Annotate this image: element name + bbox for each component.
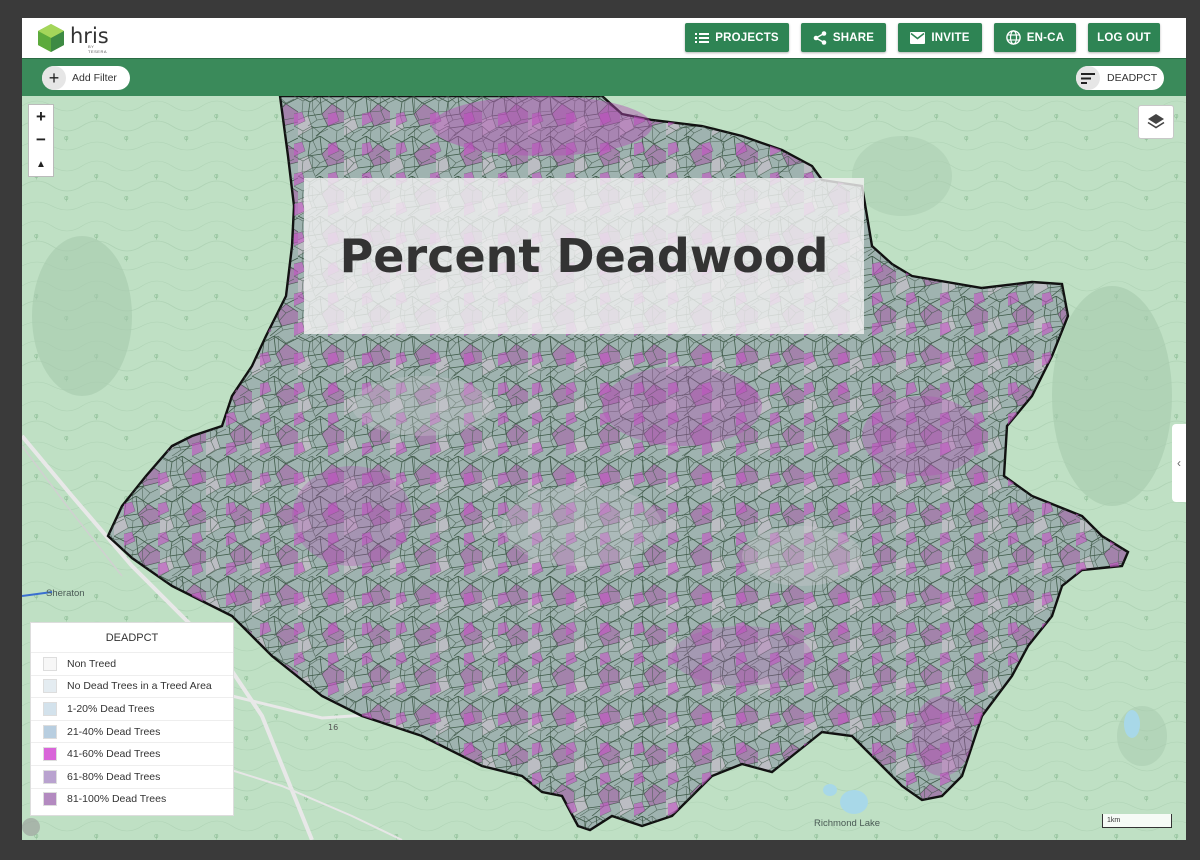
legend-item: 41-60% Dead Trees (31, 742, 233, 765)
deadwood-patch (862, 396, 982, 476)
legend-item-label: 41-60% Dead Trees (67, 748, 161, 761)
legend-swatch (43, 724, 57, 739)
plus-icon: + (42, 66, 66, 90)
non-treed-patch (352, 376, 492, 436)
legend-item-label: 61-80% Dead Trees (67, 770, 161, 783)
legend-item-label: 21-40% Dead Trees (67, 725, 161, 738)
road-label: 16 (328, 723, 338, 732)
legend-swatch (43, 701, 57, 716)
invite-button-label: INVITE (931, 31, 970, 44)
chevron-left-icon: ‹ (1177, 456, 1181, 470)
place-label-richmond-lake: Richmond Lake (814, 818, 881, 829)
deadwood-patch (912, 696, 972, 776)
app-header: hris BY TESERA PROJECTS SHARE INVITE EN-… (22, 18, 1186, 58)
legend-list: Non Treed No Dead Trees in a Treed Area 1-… (31, 652, 233, 810)
deadwood-patch (292, 466, 412, 566)
legend-item-label: 81-100% Dead Trees (67, 793, 167, 806)
language-button[interactable]: EN-CA (994, 23, 1076, 52)
lake (823, 784, 837, 796)
logout-button[interactable]: LOG OUT (1088, 23, 1160, 52)
logout-button-label: LOG OUT (1097, 31, 1151, 44)
compass-icon: ▲ (36, 158, 46, 170)
logo-text: hris (70, 24, 109, 48)
projects-button-label: PROJECTS (715, 31, 779, 44)
hris-logo[interactable]: hris BY TESERA (38, 22, 109, 54)
legend-title: DEADPCT (105, 632, 159, 644)
legend-item-label: No Dead Trees in a Treed Area (67, 680, 212, 693)
filter-toolbar: + Add Filter DEADPCT (22, 58, 1186, 97)
mail-icon (910, 31, 926, 44)
layers-icon (1147, 114, 1165, 129)
legend-item: 81-100% Dead Trees (31, 787, 233, 811)
legend-item: 1-20% Dead Trees (31, 697, 233, 720)
legend-swatch (43, 769, 57, 784)
globe-icon (1005, 30, 1021, 45)
zoom-out-button[interactable]: − (28, 128, 54, 153)
legend-swatch (43, 792, 57, 807)
terrain-shade (1052, 286, 1172, 506)
deadwood-patch (602, 366, 762, 446)
terrain-shade (852, 136, 952, 216)
hexagon-logo-icon (38, 24, 64, 52)
add-filter-button[interactable]: + Add Filter (42, 66, 130, 90)
zoom-in-button[interactable]: + (28, 104, 54, 130)
legend-swatch (43, 656, 57, 671)
language-button-label: EN-CA (1026, 31, 1065, 44)
lake (840, 790, 868, 814)
compass-reset-button[interactable]: ▲ (28, 152, 54, 177)
share-button[interactable]: SHARE (801, 23, 886, 52)
list-icon (695, 32, 710, 43)
share-icon (813, 30, 827, 45)
lake (1124, 710, 1140, 738)
add-filter-label: Add Filter (72, 72, 117, 84)
legend-item-label: 1-20% Dead Trees (67, 702, 155, 715)
side-panel-toggle[interactable]: ‹ (1172, 424, 1186, 502)
terrain-shade (1117, 706, 1167, 766)
legend-item: No Dead Trees in a Treed Area (31, 674, 233, 698)
map-title-overlay: Percent Deadwood (304, 178, 864, 334)
legend-item: Non Treed (31, 652, 233, 675)
scale-bar: 1km (1102, 814, 1172, 828)
legend-swatch (43, 747, 57, 762)
projects-button[interactable]: PROJECTS (685, 23, 789, 52)
deadwood-patch (432, 96, 652, 156)
legend-item: 61-80% Dead Trees (31, 764, 233, 788)
app-window: hris BY TESERA PROJECTS SHARE INVITE EN-… (22, 18, 1186, 840)
legend-swatch (43, 679, 57, 694)
share-button-label: SHARE (832, 31, 875, 44)
attribution-icon[interactable] (22, 818, 40, 836)
legend-panel: DEADPCT Non Treed No Dead Trees in a Tree… (30, 622, 234, 816)
layers-button[interactable] (1138, 105, 1174, 139)
invite-button[interactable]: INVITE (898, 23, 982, 52)
field-selector-label: DEADPCT (1107, 72, 1158, 84)
logo-subtext: BY TESERA (88, 44, 108, 54)
non-treed-patch (502, 486, 662, 566)
deadwood-patch (672, 626, 812, 686)
place-label-sheraton: Sheraton (46, 588, 85, 599)
field-selector-chip[interactable]: DEADPCT (1076, 66, 1164, 90)
legend-item: 21-40% Dead Trees (31, 719, 233, 743)
legend-item-label: Non Treed (67, 657, 117, 670)
map-view[interactable]: φ φ (22, 96, 1186, 840)
non-treed-patch (742, 526, 862, 586)
terrain-shade (32, 236, 132, 396)
sort-icon (1076, 66, 1100, 90)
